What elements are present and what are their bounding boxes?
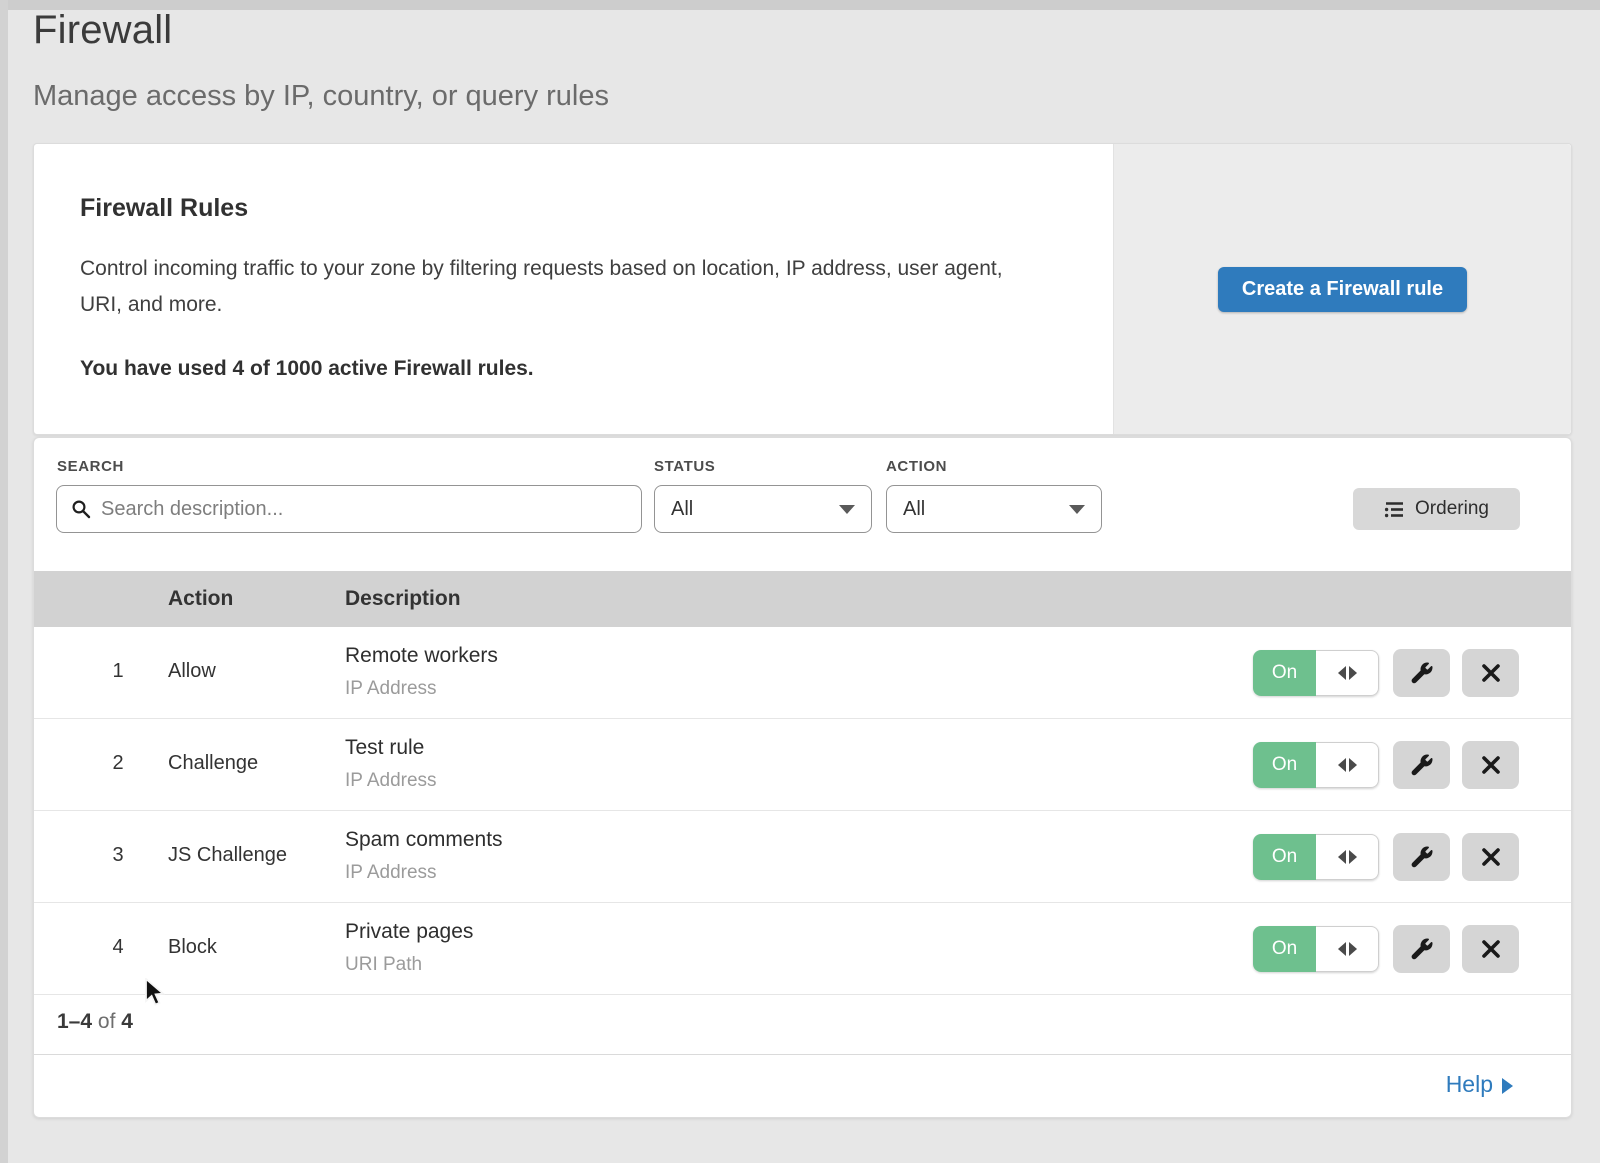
x-icon: [1480, 754, 1502, 776]
overview-usage-count: You have used 4 of 1000 active Firewall …: [80, 357, 1053, 381]
rule-enabled-toggle[interactable]: On: [1253, 742, 1379, 788]
delete-rule-button[interactable]: [1462, 649, 1519, 697]
pagination-of: of: [98, 1010, 116, 1033]
left-right-arrows-icon[interactable]: [1316, 926, 1379, 972]
x-icon: [1480, 846, 1502, 868]
table-row: 1 Allow Remote workers IP Address On: [34, 627, 1571, 719]
left-right-arrows-icon[interactable]: [1316, 834, 1379, 880]
delete-rule-button[interactable]: [1462, 741, 1519, 789]
right-triangle-icon: [1502, 1078, 1513, 1094]
ordering-button[interactable]: Ordering: [1353, 488, 1520, 530]
rule-enabled-toggle[interactable]: On: [1253, 926, 1379, 972]
rule-enabled-toggle[interactable]: On: [1253, 834, 1379, 880]
status-label: STATUS: [654, 458, 715, 475]
action-selected-value: All: [903, 498, 925, 521]
action-label: ACTION: [886, 458, 947, 475]
rule-match-type: URI Path: [345, 954, 422, 976]
rule-description: Private pages: [345, 920, 473, 944]
rules-table-body: 1 Allow Remote workers IP Address On 2 C…: [34, 627, 1571, 995]
rule-description: Test rule: [345, 736, 424, 760]
rule-priority: 1: [106, 660, 130, 683]
left-right-arrows-icon[interactable]: [1316, 650, 1379, 696]
rule-match-type: IP Address: [345, 862, 437, 884]
chevron-down-icon: [1069, 505, 1085, 514]
rule-description: Spam comments: [345, 828, 503, 852]
pagination-status: 1–4 of 4: [57, 1010, 133, 1034]
page-title: Firewall: [33, 8, 172, 53]
ordering-button-label: Ordering: [1415, 498, 1489, 520]
firewall-rules-list-card: SEARCH STATUS ACTION All All Ordering Ac…: [33, 437, 1572, 1118]
page-subtitle: Manage access by IP, country, or query r…: [33, 80, 609, 113]
x-icon: [1480, 662, 1502, 684]
table-row: 3 JS Challenge Spam comments IP Address …: [34, 811, 1571, 903]
table-header: Action Description: [34, 571, 1571, 627]
search-label: SEARCH: [57, 458, 124, 475]
wrench-icon: [1410, 753, 1434, 777]
rule-action: Block: [168, 936, 217, 959]
table-row: 2 Challenge Test rule IP Address On: [34, 719, 1571, 811]
help-link[interactable]: Help: [1446, 1071, 1513, 1098]
rule-priority: 3: [106, 844, 130, 867]
toggle-on-label: On: [1253, 926, 1316, 972]
rule-action: Challenge: [168, 752, 258, 775]
x-icon: [1480, 938, 1502, 960]
delete-rule-button[interactable]: [1462, 925, 1519, 973]
overview-action-panel: Create a Firewall rule: [1113, 144, 1571, 434]
wrench-icon: [1410, 937, 1434, 961]
search-box[interactable]: [56, 485, 642, 533]
search-icon: [71, 499, 91, 519]
left-right-arrows-icon[interactable]: [1316, 742, 1379, 788]
status-select[interactable]: All: [654, 485, 872, 533]
column-header-action: Action: [168, 587, 233, 611]
overview-description: Control incoming traffic to your zone by…: [80, 251, 1030, 323]
rule-enabled-toggle[interactable]: On: [1253, 650, 1379, 696]
help-link-label: Help: [1446, 1071, 1493, 1098]
rule-priority: 2: [106, 752, 130, 775]
edit-rule-button[interactable]: [1393, 925, 1450, 973]
rule-action: Allow: [168, 660, 216, 683]
action-select[interactable]: All: [886, 485, 1102, 533]
edit-rule-button[interactable]: [1393, 741, 1450, 789]
rule-priority: 4: [106, 936, 130, 959]
search-input[interactable]: [101, 498, 627, 521]
create-firewall-rule-button[interactable]: Create a Firewall rule: [1218, 267, 1467, 312]
overview-text-block: Firewall Rules Control incoming traffic …: [34, 144, 1113, 434]
table-row: 4 Block Private pages URI Path On: [34, 903, 1571, 995]
ordered-list-icon: [1384, 501, 1405, 518]
rule-description: Remote workers: [345, 644, 498, 668]
footer-divider: [34, 1054, 1571, 1055]
firewall-rules-overview-card: Firewall Rules Control incoming traffic …: [33, 143, 1572, 435]
pagination-range: 1–4: [57, 1010, 92, 1033]
window-edge-top: [0, 0, 1600, 10]
status-selected-value: All: [671, 498, 693, 521]
edit-rule-button[interactable]: [1393, 649, 1450, 697]
rule-match-type: IP Address: [345, 770, 437, 792]
delete-rule-button[interactable]: [1462, 833, 1519, 881]
rule-match-type: IP Address: [345, 678, 437, 700]
toggle-on-label: On: [1253, 650, 1316, 696]
pagination-total: 4: [121, 1010, 133, 1033]
overview-title: Firewall Rules: [80, 194, 1053, 223]
window-edge-left: [0, 0, 8, 1163]
chevron-down-icon: [839, 505, 855, 514]
rule-action: JS Challenge: [168, 844, 287, 867]
wrench-icon: [1410, 661, 1434, 685]
toggle-on-label: On: [1253, 834, 1316, 880]
wrench-icon: [1410, 845, 1434, 869]
toggle-on-label: On: [1253, 742, 1316, 788]
column-header-description: Description: [345, 587, 461, 611]
edit-rule-button[interactable]: [1393, 833, 1450, 881]
